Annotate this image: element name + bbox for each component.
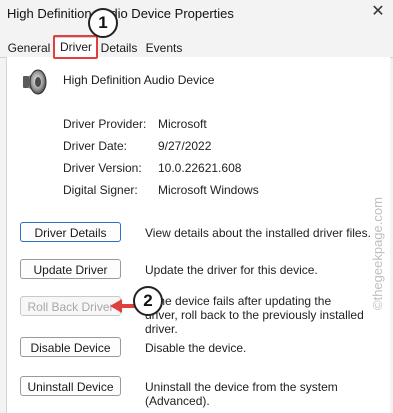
driver-provider-value: Microsoft [158,117,207,131]
disable-device-description: Disable the device. [145,341,247,355]
driver-provider-label: Driver Provider: [63,117,147,131]
uninstall-device-button[interactable]: Uninstall Device [20,376,121,396]
close-icon[interactable]: ✕ [367,1,389,23]
site-watermark: ©thegeekpage.com [370,197,385,310]
digital-signer-label: Digital Signer: [63,183,138,197]
uninstall-device-description: Uninstall the device from the system (Ad… [145,380,338,408]
watermark-text: ©thegeekpage.com [370,197,385,310]
title-bar: High Definition Audio Device Properties … [0,0,393,30]
driver-date-label: Driver Date: [63,139,128,153]
step-2-marker: 2 [133,286,163,316]
driver-version-label: Driver Version: [63,161,142,175]
update-driver-button[interactable]: Update Driver [20,259,121,279]
driver-version-value: 10.0.22621.608 [158,161,242,175]
device-name: High Definition Audio Device [63,73,215,87]
tab-events[interactable]: Events [143,39,185,58]
driver-details-description: View details about the installed driver … [145,226,371,240]
driver-tab-highlight [53,35,98,59]
roll-back-driver-button[interactable]: Roll Back Driver [20,296,121,316]
driver-date-value: 9/27/2022 [158,139,212,153]
update-driver-description: Update the driver for this device. [145,263,318,277]
window-title: High Definition Audio Device Properties [7,6,234,21]
roll-back-driver-description: If the device fails after updating the d… [145,294,364,336]
disable-device-button[interactable]: Disable Device [20,337,121,357]
driver-details-button[interactable]: Driver Details [20,222,121,242]
step-1-marker: 1 [88,8,118,38]
digital-signer-value: Microsoft Windows [158,183,259,197]
tab-details[interactable]: Details [98,39,140,58]
speaker-icon [23,69,47,95]
tab-general[interactable]: General [7,39,51,58]
